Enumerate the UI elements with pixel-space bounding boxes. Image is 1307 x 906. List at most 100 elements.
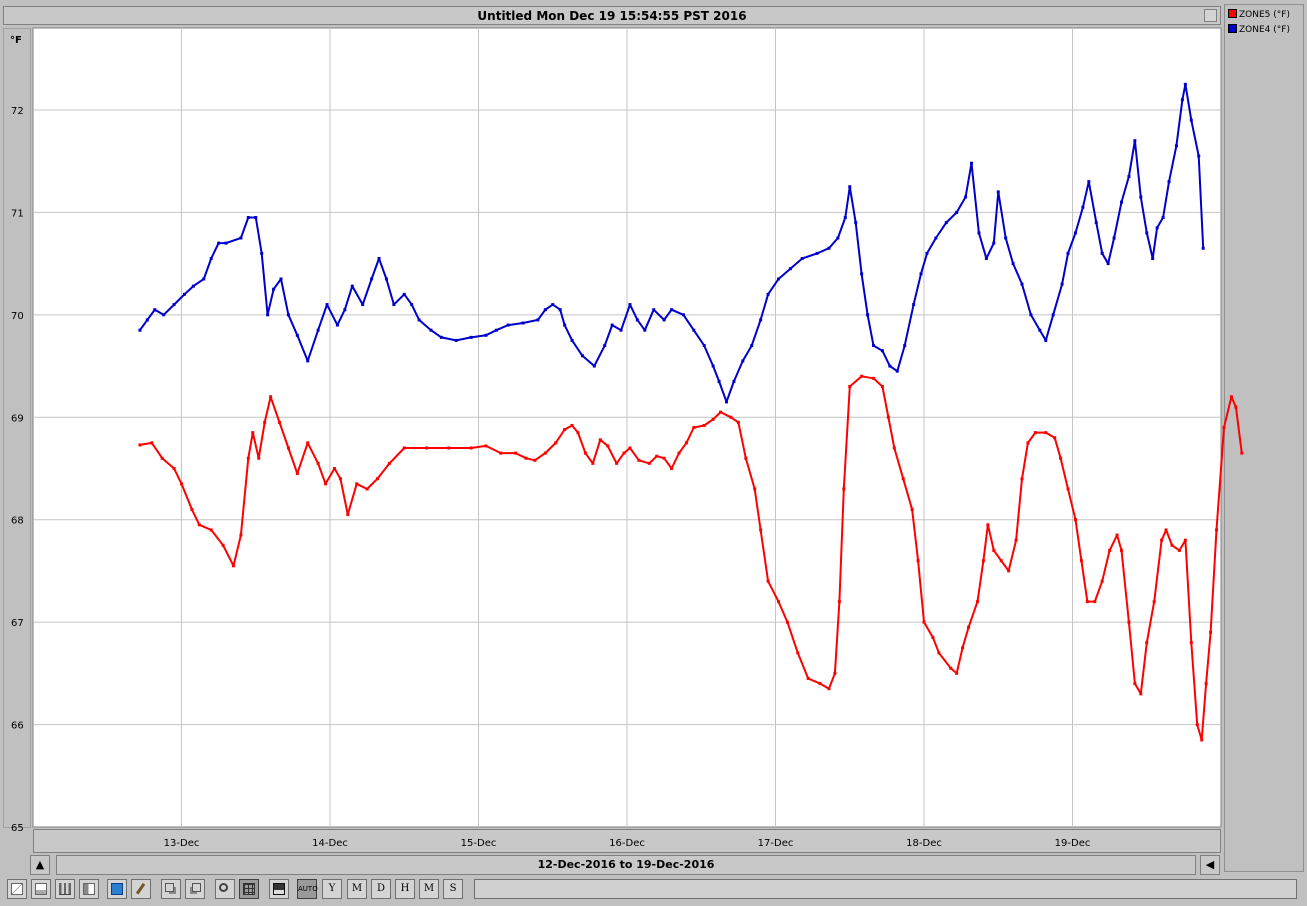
data-point <box>484 333 488 337</box>
data-point <box>1177 548 1181 552</box>
data-point <box>402 292 406 296</box>
data-point <box>606 444 610 448</box>
month-button[interactable]: M <box>347 879 367 899</box>
zoom-icon <box>219 883 228 892</box>
bar-chart-button[interactable] <box>55 879 75 899</box>
data-point <box>1004 236 1008 240</box>
data-point <box>454 338 458 342</box>
bottom-toolbar: AUTO Y M D H M S <box>0 878 1307 902</box>
data-point <box>615 461 619 465</box>
data-point <box>880 349 884 353</box>
data-point <box>622 451 626 455</box>
data-point <box>1073 231 1077 235</box>
day-button-label: D <box>376 883 386 894</box>
data-point <box>439 335 443 339</box>
data-point <box>842 487 846 491</box>
3d-box-button[interactable] <box>107 879 127 899</box>
data-point <box>324 482 328 486</box>
data-point <box>1189 118 1193 122</box>
data-point <box>1133 139 1137 143</box>
data-point <box>1155 226 1159 230</box>
data-point <box>278 420 282 424</box>
year-button-label: Y <box>328 883 336 894</box>
data-point <box>429 328 433 332</box>
data-point <box>1100 579 1104 583</box>
data-point <box>711 364 715 368</box>
data-point <box>197 523 201 527</box>
data-point <box>580 354 584 358</box>
data-point <box>827 246 831 250</box>
data-point <box>295 472 299 476</box>
data-point <box>153 308 157 312</box>
brush-button[interactable] <box>131 879 151 899</box>
data-point <box>506 323 510 327</box>
area-chart-button[interactable] <box>31 879 51 899</box>
data-point <box>514 451 518 455</box>
minute-button[interactable]: M <box>419 879 439 899</box>
data-point <box>246 456 250 460</box>
data-point <box>1145 231 1149 235</box>
data-point <box>191 284 195 288</box>
data-point <box>759 528 763 532</box>
auto-button[interactable]: AUTO <box>297 879 318 899</box>
data-point <box>402 446 406 450</box>
data-point <box>554 441 558 445</box>
data-point <box>934 236 938 240</box>
data-point <box>759 318 763 322</box>
data-point <box>692 328 696 332</box>
grid-icon <box>243 883 255 895</box>
data-point <box>1108 548 1112 552</box>
data-point <box>563 323 567 327</box>
grid-button[interactable] <box>239 879 259 899</box>
data-point <box>1100 251 1104 255</box>
data-point <box>376 477 380 481</box>
data-point <box>1183 82 1187 86</box>
copy-button[interactable] <box>161 879 181 899</box>
chart-svg[interactable]: 65 66 67 68 69 70 71 72 13-Dec 14-Dec 15-Dec 16-De… <box>0 0 1307 906</box>
y-tick-label: 70 <box>11 311 24 322</box>
data-point <box>325 303 329 307</box>
y-tick-label: 65 <box>11 823 24 834</box>
data-point <box>558 308 562 312</box>
data-point <box>967 625 971 629</box>
data-point <box>180 482 183 486</box>
data-point <box>1079 559 1083 563</box>
data-point <box>1106 262 1110 266</box>
line-chart-button[interactable] <box>7 879 27 899</box>
data-point <box>1033 431 1037 435</box>
second-button-label: S <box>449 883 457 894</box>
data-point <box>521 321 525 325</box>
brush-icon <box>135 882 147 896</box>
data-point <box>551 303 555 307</box>
data-point <box>335 323 339 327</box>
data-point <box>785 620 789 624</box>
data-point <box>266 313 270 317</box>
day-button[interactable]: D <box>371 879 391 899</box>
scroll-left-button[interactable]: ▲ <box>30 855 50 875</box>
data-point <box>1066 487 1070 491</box>
data-point <box>447 446 451 450</box>
year-button[interactable]: Y <box>322 879 342 899</box>
second-button[interactable]: S <box>443 879 463 899</box>
data-point <box>818 682 822 686</box>
data-point <box>975 600 979 604</box>
data-point <box>860 374 864 378</box>
save-icon <box>273 883 285 895</box>
data-point <box>1044 338 1048 342</box>
data-point <box>964 195 968 199</box>
scroll-right-button[interactable]: ◀ <box>1200 855 1220 875</box>
x-tick-label: 18-Dec <box>906 838 942 849</box>
save-button[interactable] <box>269 879 289 899</box>
data-point <box>1120 548 1124 552</box>
bar-chart-icon <box>59 883 71 895</box>
paste-button[interactable] <box>185 879 205 899</box>
data-point <box>1038 328 1042 332</box>
data-point <box>860 272 864 276</box>
data-point <box>1133 682 1137 686</box>
hour-button[interactable]: H <box>395 879 415 899</box>
zoom-button[interactable] <box>215 879 235 899</box>
data-point <box>1197 154 1201 158</box>
data-point <box>1059 456 1063 460</box>
data-point <box>892 446 896 450</box>
grouped-bar-button[interactable] <box>79 879 99 899</box>
